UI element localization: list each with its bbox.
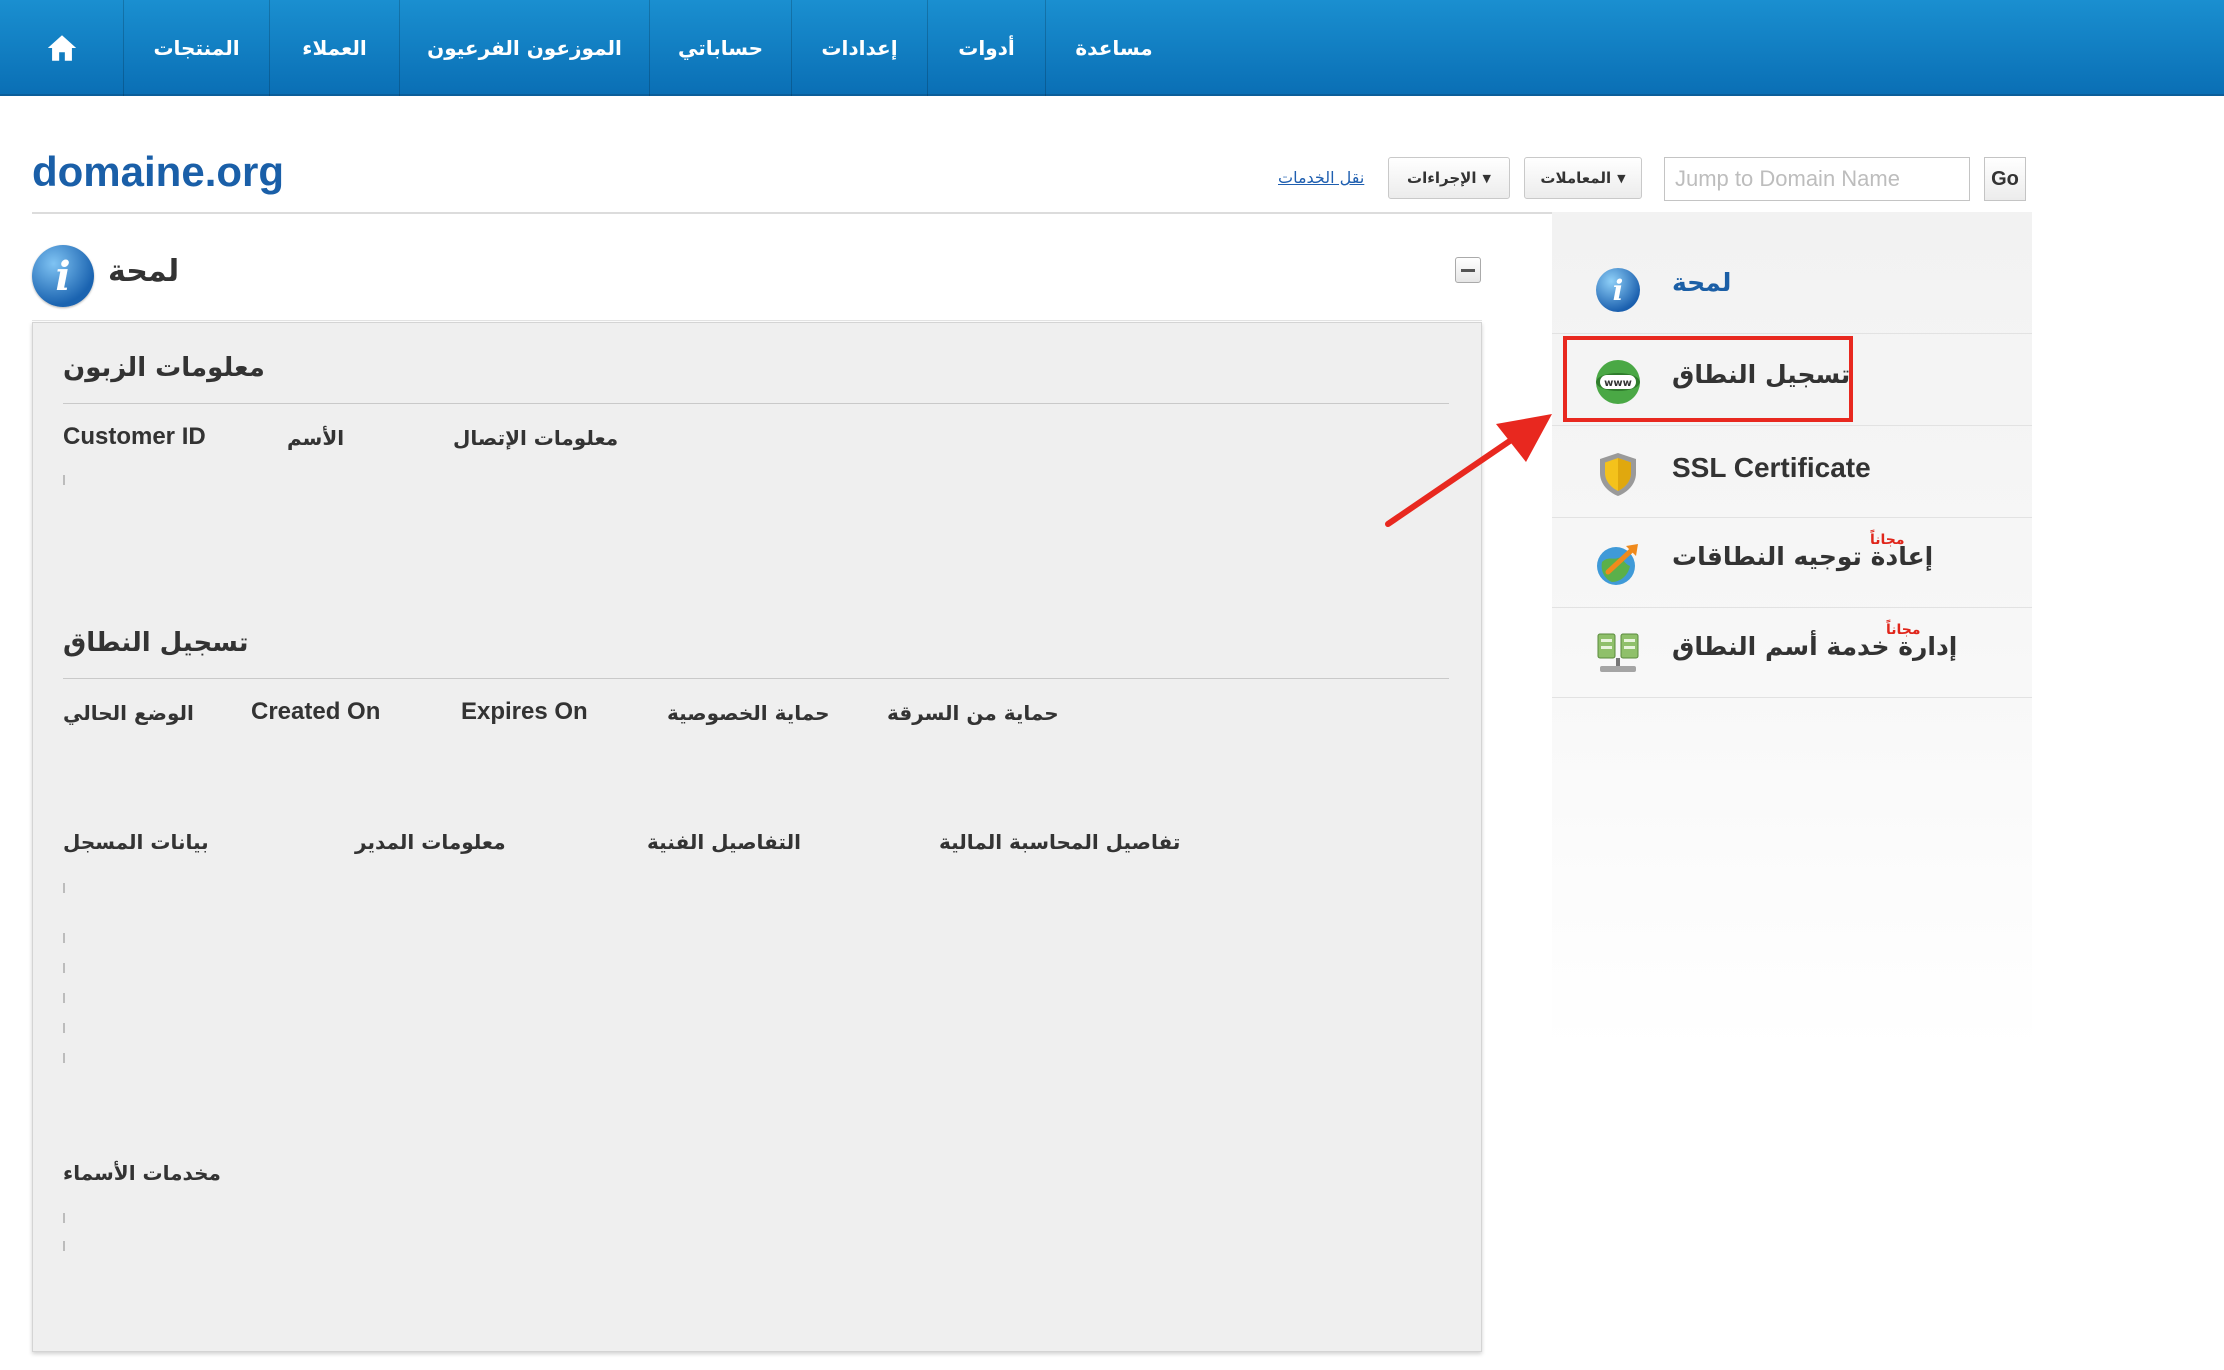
empty-value-marker bbox=[63, 1053, 65, 1063]
sidebar-item-domain-forwarding[interactable]: إعادة توجيه النطاقات مجاناً bbox=[1552, 518, 2032, 608]
empty-value-marker bbox=[63, 1241, 65, 1251]
sidebar-item-dns-management[interactable]: إدارة خدمة أسم النطاق مجاناً bbox=[1552, 608, 2032, 698]
empty-value-marker bbox=[63, 993, 65, 1003]
nav-products[interactable]: المنتجات bbox=[124, 0, 270, 96]
domain-registration-heading: تسجيل النطاق bbox=[63, 628, 249, 658]
nameservers-label: مخدمات الأسماء bbox=[63, 1161, 221, 1185]
transactions-dropdown[interactable]: المعاملات ▼ bbox=[1524, 157, 1642, 199]
col-contact-info: معلومات الإتصال bbox=[453, 426, 619, 450]
domain-title: domaine.org bbox=[32, 148, 285, 195]
minus-icon bbox=[1461, 268, 1475, 272]
registration-divider bbox=[63, 678, 1449, 679]
redirect-globe-icon bbox=[1594, 540, 1642, 588]
empty-value-marker bbox=[63, 963, 65, 973]
col-expires-on: Expires On bbox=[461, 698, 588, 725]
sidebar-item-ssl-certificate[interactable]: SSL Certificate bbox=[1552, 428, 2032, 518]
caret-down-icon: ▼ bbox=[1617, 171, 1626, 185]
info-icon: i bbox=[1594, 266, 1642, 314]
customer-divider bbox=[63, 403, 1449, 404]
col-current-status: الوضع الحالي bbox=[63, 701, 194, 725]
sidebar-item-label: SSL Certificate bbox=[1672, 452, 1871, 483]
go-button[interactable]: Go bbox=[1984, 157, 2026, 201]
annotation-arrow-icon bbox=[1385, 414, 1552, 527]
nav-my-account[interactable]: حساباتي bbox=[650, 0, 792, 96]
col-theft-protection: حماية من السرقة bbox=[887, 701, 1059, 725]
header-divider bbox=[32, 212, 1552, 214]
section-title: لمحة bbox=[108, 254, 180, 289]
section-divider bbox=[32, 320, 1482, 321]
free-badge: مجاناً bbox=[1886, 622, 1921, 638]
customer-info-heading: معلومات الزبون bbox=[63, 353, 265, 383]
empty-value-marker bbox=[63, 933, 65, 943]
jump-to-domain-input[interactable] bbox=[1664, 157, 1970, 201]
transactions-label: المعاملات bbox=[1540, 169, 1612, 187]
nav-resellers[interactable]: الموزعون الفرعيون bbox=[400, 0, 650, 96]
sidebar-item-label: لمحة bbox=[1672, 268, 1732, 297]
nav-settings[interactable]: إعدادات bbox=[792, 0, 928, 96]
actions-label: الإجراءات bbox=[1407, 169, 1477, 187]
overview-panel: معلومات الزبون Customer ID الأسم معلومات… bbox=[32, 322, 1482, 1352]
col-admin-info: معلومات المدير bbox=[355, 830, 506, 854]
svg-text:i: i bbox=[1613, 274, 1624, 307]
col-registrant-data: بيانات المسجل bbox=[63, 830, 209, 854]
col-created-on: Created On bbox=[251, 698, 381, 725]
top-navigation: المنتجات العملاء الموزعون الفرعيون حسابا… bbox=[0, 0, 2224, 96]
empty-value-marker bbox=[63, 883, 65, 893]
shield-icon bbox=[1594, 450, 1642, 498]
info-icon: i bbox=[32, 245, 94, 307]
home-button[interactable] bbox=[0, 0, 124, 96]
highlight-box bbox=[1563, 336, 1853, 422]
nav-help[interactable]: مساعدة bbox=[1046, 0, 1182, 96]
empty-value-marker bbox=[63, 1023, 65, 1033]
sidebar-item-overview[interactable]: i لمحة bbox=[1552, 244, 2032, 334]
col-technical-details: التفاصيل الفنية bbox=[647, 830, 801, 854]
col-privacy-protection: حماية الخصوصية bbox=[667, 701, 830, 725]
empty-value-marker bbox=[63, 1213, 65, 1223]
nav-customers[interactable]: العملاء bbox=[270, 0, 400, 96]
home-icon bbox=[47, 35, 76, 61]
col-customer-id: Customer ID bbox=[63, 423, 206, 450]
transfer-services-link[interactable]: نقل الخدمات bbox=[1278, 168, 1364, 187]
col-name: الأسم bbox=[287, 426, 345, 450]
collapse-button[interactable] bbox=[1455, 257, 1481, 283]
nav-tools[interactable]: أدوات bbox=[928, 0, 1046, 96]
col-billing-details: تفاصيل المحاسبة المالية bbox=[939, 830, 1181, 854]
actions-dropdown[interactable]: الإجراءات ▼ bbox=[1388, 157, 1510, 199]
empty-value-marker bbox=[63, 475, 65, 485]
free-badge: مجاناً bbox=[1870, 532, 1905, 548]
caret-down-icon: ▼ bbox=[1482, 171, 1491, 185]
dns-servers-icon bbox=[1594, 630, 1642, 678]
